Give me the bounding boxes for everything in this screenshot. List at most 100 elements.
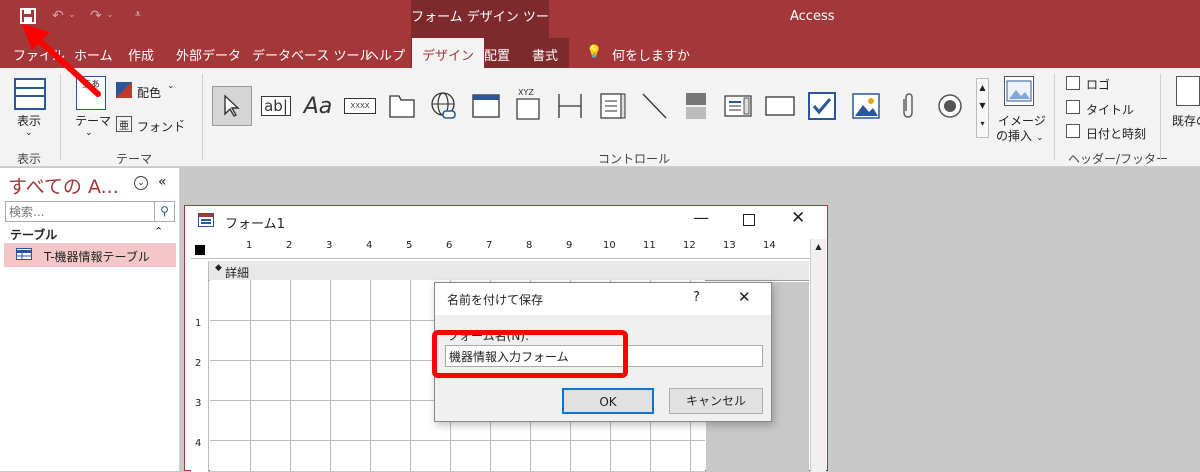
lightbulb-icon: 💡 bbox=[586, 45, 603, 60]
logo-button[interactable]: ロゴ bbox=[1086, 76, 1110, 93]
color-scheme-icon bbox=[116, 82, 132, 98]
ruler-label: 10 bbox=[603, 240, 616, 251]
insert-image-dropdown-icon[interactable]: ⌄ bbox=[1036, 133, 1044, 143]
hyperlink-control-icon[interactable] bbox=[424, 86, 464, 126]
gallery-scroll-down-icon[interactable]: ▼ bbox=[977, 97, 988, 115]
insert-image-button-line2[interactable]: の挿入 bbox=[996, 129, 1032, 143]
gallery-scroll[interactable]: ▲ ▼ ▾ bbox=[976, 78, 989, 138]
tab-help[interactable]: ヘルプ bbox=[366, 45, 405, 64]
option-group-control-icon[interactable] bbox=[550, 86, 590, 126]
customize-qat-icon[interactable]: ⩡ bbox=[135, 9, 141, 20]
ruler-label: 11 bbox=[643, 240, 656, 251]
ruler-label: 1 bbox=[246, 240, 253, 251]
textbox-control-icon[interactable]: ab| bbox=[256, 86, 296, 126]
web-browser-control-icon[interactable] bbox=[466, 86, 506, 126]
title-button[interactable]: タイトル bbox=[1086, 101, 1134, 118]
listbox-control-icon[interactable] bbox=[718, 86, 758, 126]
nav-item-table[interactable]: T-機器情報テーブル bbox=[4, 243, 176, 267]
grid-line bbox=[210, 440, 705, 441]
xyz-text: XYZ bbox=[518, 88, 534, 97]
search-icon[interactable]: ⚲ bbox=[154, 202, 174, 221]
app-title: Access bbox=[790, 9, 835, 24]
ruler-label: 5 bbox=[406, 240, 413, 251]
line-control-icon[interactable] bbox=[634, 86, 674, 126]
tell-me-input[interactable]: 何をしますか bbox=[612, 45, 690, 64]
maximize-icon[interactable] bbox=[743, 214, 755, 226]
page-break-control-icon[interactable] bbox=[592, 86, 632, 126]
tab-format[interactable]: 書式 bbox=[532, 45, 558, 64]
font-dropdown-icon[interactable]: ⌄ bbox=[178, 115, 186, 125]
checkbox-control-icon[interactable] bbox=[802, 86, 842, 126]
scroll-up-icon[interactable]: ▲ bbox=[811, 239, 826, 251]
ruler-label: 3 bbox=[326, 240, 333, 251]
tab-control-icon[interactable] bbox=[382, 86, 422, 126]
separator bbox=[1160, 74, 1161, 160]
nav-search-input[interactable] bbox=[6, 202, 154, 221]
gallery-scroll-up-icon[interactable]: ▲ bbox=[977, 79, 988, 97]
dialog-close-icon[interactable]: ✕ bbox=[738, 288, 751, 306]
navigation-control-icon[interactable]: XYZ bbox=[508, 86, 548, 126]
ribbon-tabs: ファイル ホーム 作成 外部データ データベース ツール ヘルプ デザイン 配置… bbox=[0, 38, 1200, 68]
ruler-label: 13 bbox=[723, 240, 736, 251]
grid-line bbox=[410, 280, 411, 471]
dialog-title: 名前を付けて保存 bbox=[447, 293, 544, 307]
detail-section-label: 詳細 bbox=[225, 266, 250, 280]
nav-search-box: ⚲ bbox=[5, 201, 175, 222]
title-bar: ↶ ⌄ ↷ ⌄ ⩡ フォーム デザイン ツール Access bbox=[0, 0, 1200, 61]
cancel-button[interactable]: キャンセル bbox=[669, 388, 763, 414]
annotation-highlight-box bbox=[432, 330, 628, 378]
form-selector[interactable] bbox=[195, 245, 205, 255]
tab-arrange[interactable]: 配置 bbox=[484, 45, 510, 64]
button-control-icon[interactable]: XXXX bbox=[340, 86, 380, 126]
nav-section-tables[interactable]: テーブル bbox=[10, 226, 57, 243]
minimize-icon[interactable]: — bbox=[693, 208, 709, 227]
toggle-button-control-icon[interactable] bbox=[676, 86, 716, 126]
ruler-label: 7 bbox=[486, 240, 493, 251]
view-group-label: 表示 bbox=[17, 152, 42, 166]
ruler-label: 2 bbox=[195, 358, 202, 369]
grid-line bbox=[330, 280, 331, 471]
nav-item-label: T-機器情報テーブル bbox=[44, 250, 150, 264]
ruler-label: 14 bbox=[763, 240, 776, 251]
attachment-control-icon[interactable] bbox=[888, 86, 928, 126]
existing-fields-button[interactable]: 既存の bbox=[1172, 112, 1200, 129]
color-scheme-button[interactable]: 配色 bbox=[137, 84, 161, 101]
image-control-icon[interactable] bbox=[846, 86, 886, 126]
date-time-button[interactable]: 日付と時刻 bbox=[1086, 125, 1146, 142]
form-icon bbox=[198, 213, 214, 227]
select-pointer-icon[interactable] bbox=[212, 86, 252, 126]
ruler-label: 6 bbox=[446, 240, 453, 251]
navigation-pane: すべての A... ⌄ « ⚲ テーブル ⌃ T-機器情報テーブル bbox=[0, 168, 180, 471]
tab-external-data[interactable]: 外部データ bbox=[176, 45, 241, 64]
controls-group-label: コントロール bbox=[598, 152, 671, 166]
tab-create[interactable]: 作成 bbox=[128, 45, 154, 64]
nav-dropdown-icon[interactable]: ⌄ bbox=[134, 176, 148, 190]
ruler-label: 4 bbox=[366, 240, 373, 251]
close-icon[interactable]: ✕ bbox=[791, 208, 805, 228]
ok-button[interactable]: OK bbox=[562, 388, 654, 414]
theme-dropdown-icon[interactable]: ⌄ bbox=[85, 128, 93, 138]
collapse-section-icon[interactable]: ⌃ bbox=[154, 225, 163, 238]
label-control-icon[interactable]: Aa bbox=[298, 86, 338, 126]
tab-database-tools[interactable]: データベース ツール bbox=[252, 45, 372, 64]
undo-dropdown-icon[interactable]: ⌄ bbox=[68, 10, 76, 20]
option-button-control-icon[interactable] bbox=[930, 86, 970, 126]
nav-pane-title[interactable]: すべての A... bbox=[8, 172, 119, 199]
title-icon bbox=[1066, 100, 1080, 114]
context-tab-title: フォーム デザイン ツール bbox=[411, 0, 549, 61]
gallery-more-icon[interactable]: ▾ bbox=[977, 115, 988, 133]
theme-button[interactable]: テーマ bbox=[75, 112, 111, 129]
tab-design[interactable]: デザイン bbox=[412, 38, 485, 68]
color-scheme-dropdown-icon[interactable]: ⌄ bbox=[167, 81, 175, 91]
redo-dropdown-icon[interactable]: ⌄ bbox=[106, 10, 114, 20]
view-dropdown-icon[interactable]: ⌄ bbox=[25, 128, 33, 138]
view-button[interactable]: 表示 bbox=[17, 112, 41, 129]
help-icon[interactable]: ? bbox=[693, 290, 700, 305]
detail-section-bar[interactable]: ◆ 詳細 bbox=[209, 261, 809, 281]
theme-group-label: テーマ bbox=[116, 152, 153, 166]
insert-image-icon[interactable] bbox=[1004, 76, 1034, 106]
vertical-scrollbar[interactable]: ▲ bbox=[810, 239, 826, 472]
separator bbox=[1054, 74, 1055, 160]
rectangle-control-icon[interactable] bbox=[760, 86, 800, 126]
shutter-bar-icon[interactable]: « bbox=[158, 174, 167, 190]
